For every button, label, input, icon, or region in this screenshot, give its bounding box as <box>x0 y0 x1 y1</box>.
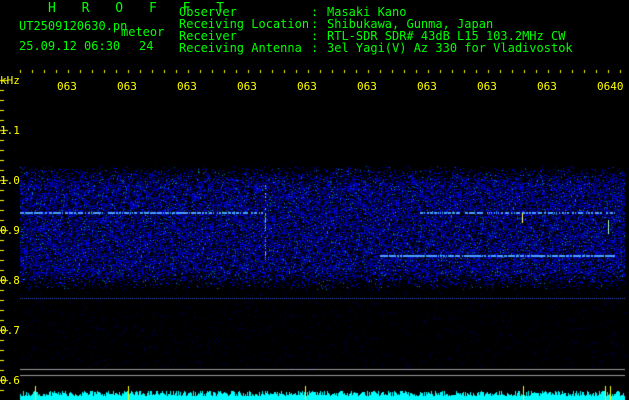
x-tick-label: 063 <box>537 80 557 93</box>
x-tick-label: 063 <box>177 80 197 93</box>
y-tick-label: 0.7 <box>0 324 20 337</box>
field-label-antenna: Receiving Antenna <box>179 41 302 55</box>
x-tick-label: 063 <box>357 80 377 93</box>
x-tick-label: 063 <box>477 80 497 93</box>
y-axis-unit: kHz <box>0 74 20 87</box>
x-tick-label: 063 <box>57 80 77 93</box>
x-tick-label: 063 <box>417 80 437 93</box>
x-tick-label: 0640 <box>597 80 624 93</box>
filename: UT2509120630.pn <box>19 19 128 33</box>
y-tick-label: 0.8 <box>0 274 20 287</box>
field-colon: : <box>311 41 319 55</box>
x-tick-label: 063 <box>237 80 257 93</box>
meteor-count: 24 <box>139 39 154 53</box>
y-tick-label: 0.9 <box>0 224 20 237</box>
y-tick-label: 1.1 <box>0 124 20 137</box>
x-tick-label: 063 <box>117 80 137 93</box>
meteor-label: meteor <box>121 25 165 39</box>
x-tick-label: 063 <box>297 80 317 93</box>
datetime: 25.09.12 06:30 <box>19 39 121 53</box>
y-tick-label: 0.6 <box>0 374 20 387</box>
y-tick-label: 1.0 <box>0 174 20 187</box>
spectrogram-canvas <box>0 0 629 400</box>
field-value-antenna: 3el Yagi(V) Az 330 for Vladivostok <box>327 41 573 55</box>
